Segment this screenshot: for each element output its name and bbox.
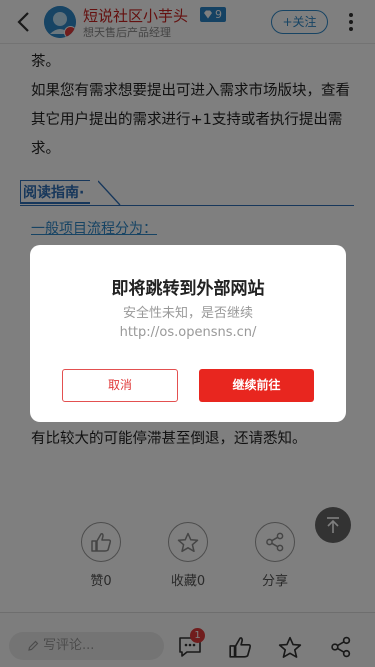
dialog-warning: 安全性未知，是否继续 <box>122 306 253 321</box>
continue-button[interactable]: 继续前往 <box>199 369 314 402</box>
cancel-button[interactable]: 取消 <box>62 369 178 402</box>
dialog-message: 安全性未知，是否继续 http://os.opensns.cn/ <box>30 304 346 342</box>
dialog-title: 即将跳转到外部网站 <box>111 279 265 299</box>
dialog-url: http://os.opensns.cn/ <box>119 325 257 340</box>
external-link-dialog: 即将跳转到外部网站 安全性未知，是否继续 http://os.opensns.c… <box>30 245 346 422</box>
